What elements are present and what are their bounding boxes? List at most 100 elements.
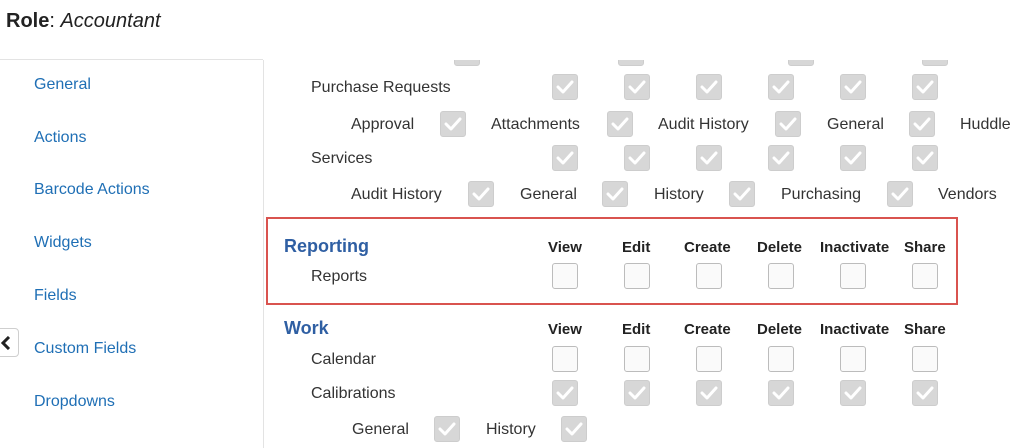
services-sub-general-checkbox[interactable]	[602, 181, 628, 207]
row-label-services: Services	[311, 150, 373, 167]
checkmark-icon	[913, 117, 931, 131]
checkmark-icon	[628, 80, 646, 94]
checkmark-icon	[611, 117, 629, 131]
services-create-checkbox[interactable]	[696, 145, 722, 171]
collapse-sidebar-button[interactable]	[0, 328, 19, 357]
checkmark-icon	[565, 422, 583, 436]
purchase-requests-sub-attachments-checkbox[interactable]	[607, 111, 633, 137]
column-header-edit: Edit	[622, 239, 651, 256]
calibrations-inactivate-checkbox[interactable]	[840, 380, 866, 406]
sidebar-item-actions[interactable]: Actions	[34, 129, 86, 147]
checkmark-icon	[772, 386, 790, 400]
reports-edit-checkbox[interactable]	[624, 263, 650, 289]
reports-share-checkbox[interactable]	[912, 263, 938, 289]
checkmark-icon	[844, 151, 862, 165]
work-sub-history-checkbox[interactable]	[561, 416, 587, 442]
calendar-create-checkbox[interactable]	[696, 346, 722, 372]
reporting-highlight-box	[266, 217, 958, 305]
checkmark-icon	[700, 151, 718, 165]
purchase-requests-view-checkbox[interactable]	[552, 74, 578, 100]
column-header-create: Create	[684, 239, 731, 256]
column-header-inactivate: Inactivate	[820, 239, 890, 256]
reports-view-checkbox[interactable]	[552, 263, 578, 289]
checkmark-icon	[556, 386, 574, 400]
calibrations-delete-checkbox[interactable]	[768, 380, 794, 406]
calibrations-edit-checkbox[interactable]	[624, 380, 650, 406]
checkmark-icon	[628, 386, 646, 400]
column-header-share: Share	[904, 321, 946, 338]
sub-label-approval: Approval	[351, 116, 415, 133]
calendar-delete-checkbox[interactable]	[768, 346, 794, 372]
checkmark-icon	[891, 187, 909, 201]
column-header-delete: Delete	[757, 239, 803, 256]
column-header-inactivate: Inactivate	[820, 321, 890, 338]
sub-label-general: General	[520, 186, 577, 203]
purchase-requests-sub-audit-history-checkbox[interactable]	[775, 111, 801, 137]
column-header-view: View	[548, 321, 582, 338]
calendar-view-checkbox[interactable]	[552, 346, 578, 372]
work-sub-general-checkbox[interactable]	[434, 416, 460, 442]
checkmark-icon	[438, 422, 456, 436]
purchase-requests-share-checkbox[interactable]	[912, 74, 938, 100]
sub-label-vendors: Vendors	[938, 186, 997, 203]
checkmark-icon	[844, 386, 862, 400]
services-view-checkbox[interactable]	[552, 145, 578, 171]
services-sub-history-checkbox[interactable]	[729, 181, 755, 207]
column-header-share: Share	[904, 239, 946, 256]
purchase-requests-delete-checkbox[interactable]	[768, 74, 794, 100]
services-edit-checkbox[interactable]	[624, 145, 650, 171]
sub-label-history: History	[654, 186, 704, 203]
purchase-requests-sub-general-checkbox[interactable]	[909, 111, 935, 137]
sidebar-item-dropdowns[interactable]: Dropdowns	[34, 393, 115, 411]
column-header-view: View	[548, 239, 582, 256]
purchase-requests-create-checkbox[interactable]	[696, 74, 722, 100]
checkmark-icon	[772, 80, 790, 94]
role-name: Accountant	[60, 10, 161, 32]
services-delete-checkbox[interactable]	[768, 145, 794, 171]
calibrations-share-checkbox[interactable]	[912, 380, 938, 406]
checkmark-icon	[844, 80, 862, 94]
row-label-purchase-requests: Purchase Requests	[311, 79, 451, 96]
calendar-inactivate-checkbox[interactable]	[840, 346, 866, 372]
page-title: Role: Accountant	[6, 10, 161, 33]
calendar-edit-checkbox[interactable]	[624, 346, 650, 372]
calibrations-create-checkbox[interactable]	[696, 380, 722, 406]
checkmark-icon	[628, 151, 646, 165]
row-label-calibrations: Calibrations	[311, 385, 396, 402]
purchase-requests-sub-approval-checkbox[interactable]	[440, 111, 466, 137]
checkmark-icon	[916, 386, 934, 400]
sidebar-divider	[263, 60, 264, 448]
sidebar-item-fields[interactable]: Fields	[34, 287, 77, 305]
purchase-requests-edit-checkbox[interactable]	[624, 74, 650, 100]
checkmark-icon	[916, 80, 934, 94]
sidebar-item-widgets[interactable]: Widgets	[34, 234, 92, 252]
sidebar-item-custom-fields[interactable]: Custom Fields	[34, 340, 136, 358]
calendar-share-checkbox[interactable]	[912, 346, 938, 372]
role-label: Role	[6, 10, 50, 32]
checkmark-icon	[556, 151, 574, 165]
role-separator: :	[49, 10, 61, 32]
sub-label-audit-history: Audit History	[351, 186, 442, 203]
sub-label-general: General	[827, 116, 884, 133]
checkmark-icon	[772, 151, 790, 165]
row-label-calendar: Calendar	[311, 351, 376, 368]
services-sub-audit-history-checkbox[interactable]	[468, 181, 494, 207]
sub-label-general: General	[352, 421, 409, 438]
services-inactivate-checkbox[interactable]	[840, 145, 866, 171]
checkmark-icon	[700, 386, 718, 400]
calibrations-view-checkbox[interactable]	[552, 380, 578, 406]
purchase-requests-inactivate-checkbox[interactable]	[840, 74, 866, 100]
checkmark-icon	[916, 151, 934, 165]
services-sub-purchasing-checkbox[interactable]	[887, 181, 913, 207]
scroll-mask	[263, 40, 1015, 60]
column-header-create: Create	[684, 321, 731, 338]
sub-label-huddle: Huddle	[960, 116, 1011, 133]
reports-create-checkbox[interactable]	[696, 263, 722, 289]
sidebar-item-barcode-actions[interactable]: Barcode Actions	[34, 181, 150, 199]
sub-label-purchasing: Purchasing	[781, 186, 862, 203]
reports-delete-checkbox[interactable]	[768, 263, 794, 289]
services-share-checkbox[interactable]	[912, 145, 938, 171]
checkmark-icon	[472, 187, 490, 201]
sidebar-item-general[interactable]: General	[34, 76, 91, 94]
reports-inactivate-checkbox[interactable]	[840, 263, 866, 289]
